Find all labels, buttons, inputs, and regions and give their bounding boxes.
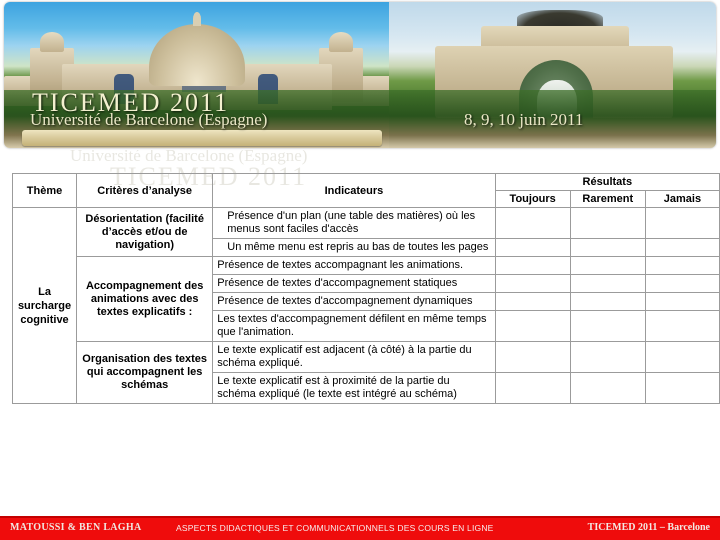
table-row: Organisation des textes qui accompagnent… <box>13 341 720 404</box>
table-row: Accompagnement des animations avec des t… <box>13 256 720 342</box>
column-header-criteria: Critères d’analyse <box>76 173 214 208</box>
cell-result-always[interactable] <box>494 274 571 293</box>
cell-indicator: Présence de textes accompagnant les anim… <box>212 256 496 275</box>
cell-result-always[interactable] <box>494 238 571 257</box>
cell-result-always[interactable] <box>494 341 571 373</box>
cell-result-always[interactable] <box>494 372 571 404</box>
cell-result-rarely[interactable] <box>569 274 646 293</box>
table-row: La surcharge cognitive Désorientation (f… <box>11 207 720 404</box>
cell-result-rarely[interactable] <box>569 372 646 404</box>
banner-image: TICEMED 2011 Université de Barcelone (Es… <box>4 2 716 148</box>
table-header-row-top: Thème Critères d’analyse Indicateurs Rés… <box>11 173 720 208</box>
ghost-line-1: Université de Barcelone (Espagne) <box>70 150 308 165</box>
analysis-table: Thème Critères d’analyse Indicateurs Rés… <box>11 173 720 404</box>
dome-icon <box>149 12 245 86</box>
cell-result-always[interactable] <box>494 310 571 342</box>
cell-indicator: Les textes d'accompagnement défilent en … <box>212 310 496 342</box>
cell-result-rarely[interactable] <box>569 292 646 311</box>
banner-dates: 8, 9, 10 juin 2011 <box>464 110 584 129</box>
cell-result-never[interactable] <box>644 207 720 239</box>
cell-indicator: Un même menu est repris au bas de toutes… <box>212 238 496 257</box>
cell-result-always[interactable] <box>494 256 571 275</box>
cell-result-always[interactable] <box>494 207 571 239</box>
slide: TICEMED 2011 Université de Barcelone (Es… <box>0 0 720 540</box>
banner-subtitle: Université de Barcelone (Espagne) <box>30 110 268 129</box>
column-header-results: Résultats <box>494 173 720 191</box>
cell-theme: La surcharge cognitive <box>11 207 78 404</box>
column-header-rarely: Rarement <box>569 190 646 208</box>
cell-result-rarely[interactable] <box>569 238 646 257</box>
cell-result-rarely[interactable] <box>569 310 646 342</box>
cell-indicator: Le texte explicatif est à proximité de l… <box>212 372 496 404</box>
cell-criteria-desorientation: Désorientation (facilité d’accès et/ou d… <box>76 207 214 257</box>
footer-event: TICEMED 2011 – Barcelone <box>587 522 710 533</box>
cell-result-never[interactable] <box>644 341 720 373</box>
cell-indicator: Présence de textes d'accompagnement stat… <box>212 274 496 293</box>
analysis-table-container: Thème Critères d’analyse Indicateurs Rés… <box>11 173 720 404</box>
cell-indicator: Présence de textes d'accompagnement dyna… <box>212 292 496 311</box>
cell-result-rarely[interactable] <box>569 256 646 275</box>
cell-result-never[interactable] <box>644 238 720 257</box>
cell-indicator: Présence d'un plan (une table des matièr… <box>212 207 496 239</box>
footer-bar: MATOUSSI & BEN LAGHA ASPECTS DIDACTIQUES… <box>0 516 720 540</box>
cell-result-never[interactable] <box>644 274 720 293</box>
footer-authors: MATOUSSI & BEN LAGHA <box>10 522 142 533</box>
cell-result-always[interactable] <box>494 292 571 311</box>
column-header-indicators: Indicateurs <box>212 173 496 208</box>
cell-criteria-accompagnement: Accompagnement des animations avec des t… <box>76 256 214 342</box>
banner-ribbon <box>22 130 382 146</box>
column-header-theme: Thème <box>11 173 78 208</box>
column-header-never: Jamais <box>644 190 720 208</box>
cell-criteria-organisation: Organisation des textes qui accompagnent… <box>76 341 214 404</box>
header-banner: TICEMED 2011 Université de Barcelone (Es… <box>0 0 720 152</box>
cell-result-never[interactable] <box>644 310 720 342</box>
cell-result-never[interactable] <box>644 256 720 275</box>
cell-result-never[interactable] <box>644 292 720 311</box>
column-header-always: Toujours <box>494 190 571 208</box>
cell-result-rarely[interactable] <box>569 341 646 373</box>
cell-result-rarely[interactable] <box>569 207 646 239</box>
footer-presentation-title: ASPECTS DIDACTIQUES ET COMMUNICATIONNELS… <box>176 523 494 533</box>
cell-result-never[interactable] <box>644 372 720 404</box>
cell-indicator: Le texte explicatif est adjacent (à côté… <box>212 341 496 373</box>
